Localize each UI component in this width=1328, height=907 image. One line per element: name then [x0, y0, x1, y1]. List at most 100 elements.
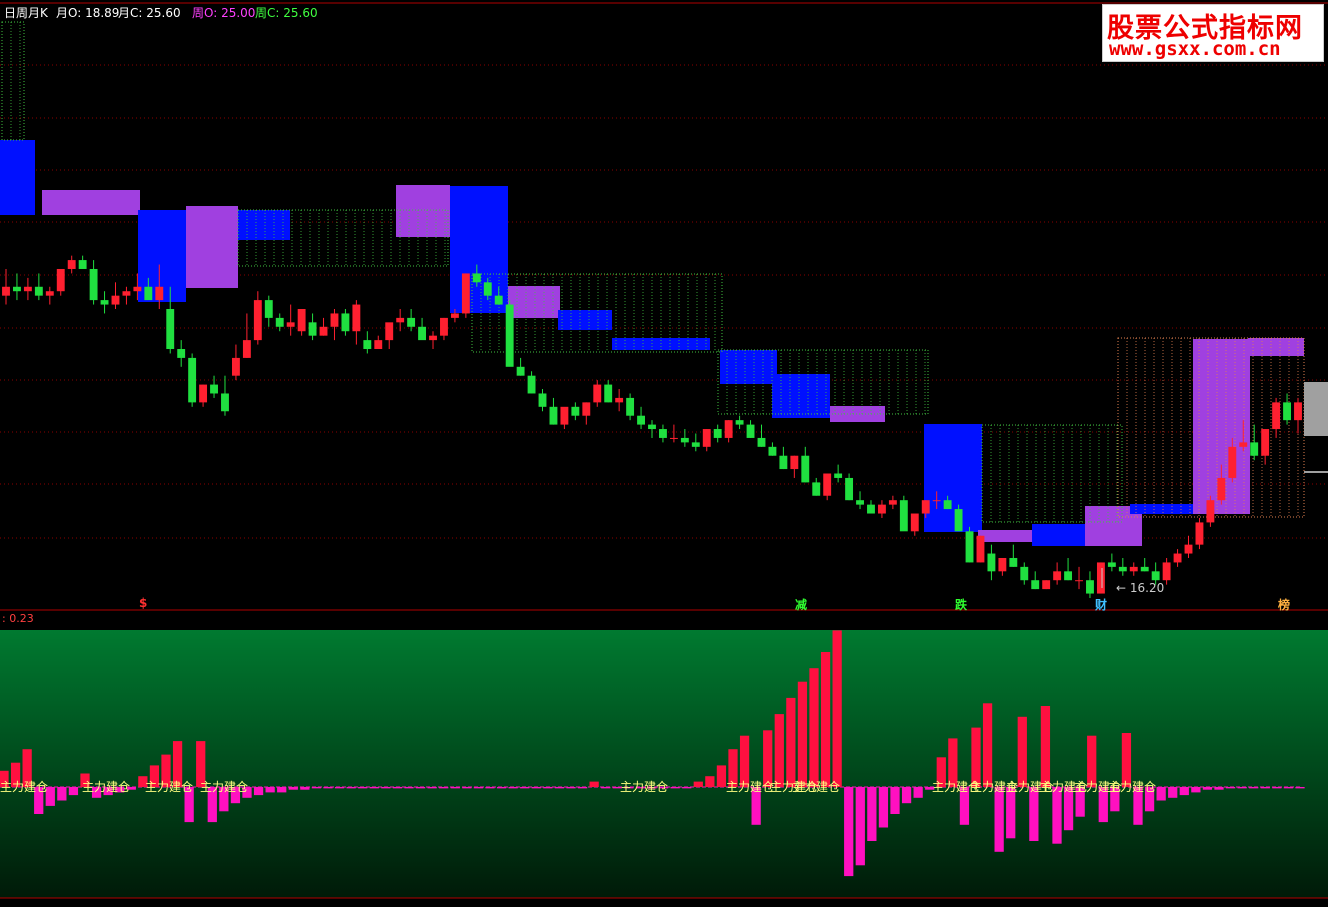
- candle-body: [1140, 566, 1149, 572]
- indicator-bar-down: [358, 787, 368, 789]
- candle-body: [407, 317, 416, 327]
- indicator-bar-down: [901, 787, 912, 804]
- candle-body: [790, 455, 799, 470]
- indicator-bar-down: [334, 787, 345, 789]
- candle-body: [823, 473, 832, 496]
- side-block: [1304, 382, 1328, 436]
- candle-body: [1151, 571, 1160, 581]
- candle-body: [713, 429, 722, 438]
- candle-body: [221, 393, 229, 412]
- zone-purple: [978, 530, 1032, 542]
- indicator-bar-down: [867, 787, 877, 841]
- indicator-bar-down: [1006, 787, 1016, 839]
- candle-body: [275, 317, 284, 327]
- chart-window: 日周月K 月O: 18.89 月C: 25.60 周O: 25.00 周C: 2…: [0, 0, 1328, 907]
- zone-blue: [1032, 524, 1088, 546]
- zone-purple: [508, 286, 560, 318]
- indicator-bar-down: [57, 787, 67, 801]
- candle-body: [45, 291, 54, 296]
- candle-body: [429, 335, 437, 341]
- candle-body: [1272, 402, 1281, 430]
- candle-body: [472, 273, 481, 283]
- candle-body: [385, 322, 394, 341]
- candle-body: [560, 406, 569, 425]
- candle-body: [976, 535, 985, 563]
- candle-body: [669, 437, 678, 439]
- candle-body: [1020, 566, 1029, 581]
- indicator-bar-down: [323, 787, 333, 789]
- zone-purple: [42, 190, 140, 215]
- indicator-bar-down: [855, 787, 865, 866]
- indicator-bar-up: [774, 714, 784, 787]
- candle-body: [724, 420, 733, 438]
- signal-dollar: $: [139, 596, 148, 610]
- candle-body: [549, 406, 558, 425]
- indicator-signal-label: 主力建仓: [200, 780, 248, 794]
- indicator-bar-down: [994, 787, 1004, 852]
- candle-body: [483, 282, 492, 296]
- indicator-bar-down: [415, 787, 426, 789]
- candle-body: [1261, 429, 1270, 456]
- candle-body: [888, 500, 897, 505]
- indicator-bar-up: [820, 652, 831, 787]
- zone-purple: [396, 185, 450, 237]
- candle-body: [111, 295, 120, 305]
- candle-body: [13, 286, 21, 292]
- indicator-signal-label: 主力建仓: [145, 780, 193, 794]
- candle-body: [899, 500, 908, 532]
- indicator-bar-down: [1249, 787, 1259, 789]
- indicator-bar-down: [392, 787, 403, 789]
- indicator-bar-up: [705, 776, 715, 787]
- candle-body: [779, 455, 788, 470]
- candle-body: [253, 300, 262, 341]
- indicator-bar-down: [531, 787, 541, 789]
- watermark-logo: 股票公式指标网 www.gsxx.com.cn: [1102, 4, 1324, 62]
- indicator-bar-down: [288, 787, 298, 790]
- zone-blue: [238, 210, 290, 240]
- candle-body: [615, 397, 624, 403]
- indicator-bar-down: [1202, 787, 1213, 790]
- candle-body: [34, 286, 43, 296]
- candle-body: [374, 340, 383, 350]
- candle-body: [450, 313, 459, 318]
- candle-body: [768, 446, 777, 456]
- candle-body: [1042, 580, 1051, 590]
- candle-body: [702, 429, 711, 447]
- candle-body: [680, 437, 689, 443]
- candle-body: [418, 326, 427, 341]
- indicator-bar-down: [404, 787, 414, 789]
- candle-body: [1118, 566, 1127, 572]
- indicator-signal-label: 主力建仓: [0, 780, 48, 794]
- indicator-bar-down: [1191, 787, 1201, 793]
- indicator-bar-up: [716, 765, 727, 787]
- indicator-bar-down: [1052, 787, 1062, 844]
- indicator-signal-label: 主力建仓: [82, 780, 130, 794]
- indicator-bar-up: [589, 781, 599, 787]
- candle-body: [877, 504, 886, 514]
- indicator-bar-down: [577, 787, 588, 789]
- candle-body: [735, 420, 744, 425]
- candle-body: [867, 504, 875, 514]
- zone-dotted: [1, 21, 25, 141]
- candle-body: [1009, 557, 1018, 567]
- indicator-bar-down: [300, 787, 310, 790]
- candle-body: [954, 509, 963, 532]
- candle-body: [264, 300, 273, 318]
- indicator-bar-down: [601, 787, 611, 789]
- indicator-signal-label: 主力建仓: [726, 780, 774, 794]
- candle-body: [1250, 442, 1259, 456]
- signal-wealth: 财: [1095, 598, 1108, 612]
- indicator-bar-down: [1283, 787, 1294, 789]
- candle-body: [1096, 562, 1105, 594]
- candle-body: [177, 349, 186, 358]
- candle-body: [330, 313, 339, 327]
- candle-body: [188, 357, 197, 403]
- candle-body: [1031, 580, 1040, 590]
- candle-body: [297, 309, 306, 332]
- candle-body: [242, 340, 251, 358]
- candlestick-chart[interactable]: ← 16.20主力建仓 主力建仓 主力建仓 主力建仓 主力建仓 主力建仓主力建仓主力建仓主…: [0, 0, 1328, 907]
- candle-body: [1283, 402, 1291, 421]
- indicator-bar-down: [311, 787, 322, 789]
- candle-body: [571, 406, 580, 416]
- indicator-bar-up: [971, 727, 981, 787]
